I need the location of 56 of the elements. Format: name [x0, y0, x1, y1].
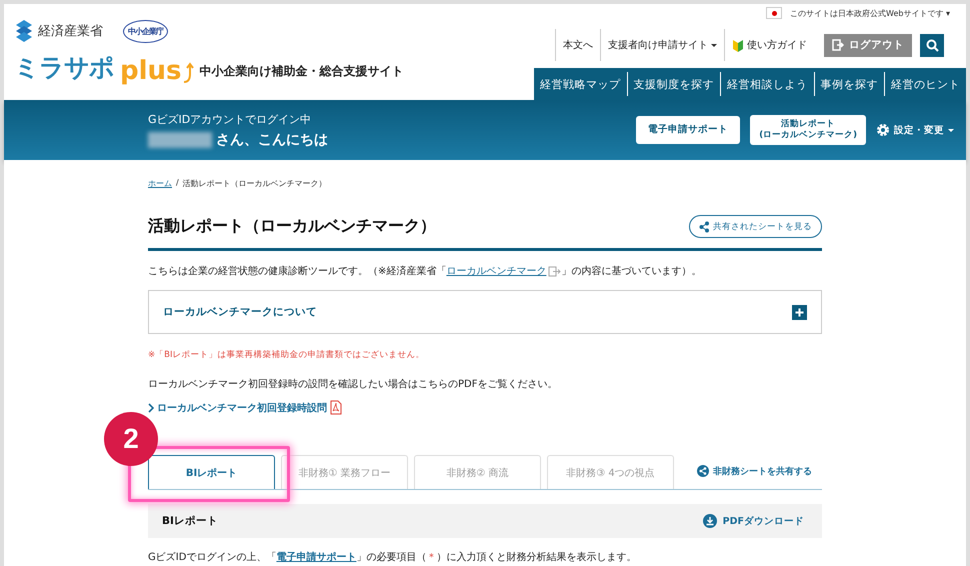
intro-text: こちらは企業の経営状態の健康診断ツールです。（※経済産業省「ローカルベンチマーク 」の内容に基づいています）。: [148, 264, 702, 278]
nav-link[interactable]: 経営戦略マップ: [534, 72, 626, 96]
breadcrumb-separator: /: [176, 178, 179, 189]
external-link-icon: [548, 264, 562, 278]
breadcrumb-link[interactable]: ホーム: [148, 178, 172, 189]
intro-link[interactable]: ローカルベンチマーク: [446, 264, 562, 278]
gov-site-notice[interactable]: このサイトは日本政府公式Webサイトです ▾: [790, 8, 950, 18]
beginner-mark-icon: [732, 38, 744, 52]
utility-link[interactable]: 本文へ: [555, 29, 600, 61]
pdf-link[interactable]: ローカルベンチマーク初回登録時設問: [148, 400, 822, 415]
nav-link[interactable]: 事例を探す: [814, 72, 884, 96]
site-logo-suffix: plus: [120, 58, 182, 84]
warning-notice: ※「BIレポート」は事業再構築補助金の申請書類ではございません。: [148, 349, 426, 361]
blurred-username: [148, 132, 212, 148]
greeting: さん、こんにちは: [216, 130, 328, 148]
caret-icon: [711, 44, 717, 46]
shared-sheets-button[interactable]: 共有されたシートを見る: [689, 215, 822, 238]
report-tab[interactable]: BIレポート: [148, 455, 275, 489]
accordion-panel[interactable]: ローカルベンチマークについて: [148, 290, 822, 334]
arrow-icon: [182, 62, 194, 84]
logout-icon: [832, 39, 844, 51]
page-title: 活動レポート（ローカルベンチマーク）: [148, 216, 436, 237]
site-tagline: 中小企業向け補助金・総合支援サイト: [200, 63, 404, 80]
nav-link[interactable]: 経営のヒント: [884, 72, 966, 96]
search-button[interactable]: [920, 34, 944, 56]
utility-link[interactable]: 使い方ガイド: [724, 29, 814, 61]
pdf-file-icon: [330, 400, 342, 415]
instruction-text: GビズIDでログインの上、「電子申請サポート」の必要項目（＊）に入力頂くと財務分析結果を表示します。: [148, 550, 638, 564]
agency-logo: 中小企業庁: [123, 20, 168, 42]
ministry-name: 経済産業省: [38, 23, 103, 40]
search-icon: [926, 38, 938, 52]
header-button[interactable]: 活動レポート (ローカルベンチマーク): [750, 114, 866, 146]
chevron-icon: [148, 402, 154, 412]
login-status: GビズIDアカウントでログイン中: [148, 112, 312, 126]
breadcrumb-current: 活動レポート（ローカルベンチマーク）: [182, 178, 327, 189]
pdf-download-link[interactable]: PDFダウンロード: [702, 514, 804, 528]
header-button[interactable]: 電子申請サポート: [636, 116, 740, 144]
utility-link[interactable]: 支援者向け申請サイト: [600, 29, 724, 61]
caret-icon: [948, 128, 954, 132]
step-number-badge: 2: [104, 412, 158, 466]
nav-link[interactable]: 経営相談しよう: [720, 72, 814, 96]
nav-link[interactable]: 支援制度を探す: [626, 72, 720, 96]
site-logo: ミラサポ: [14, 52, 114, 84]
instruction-link[interactable]: 電子申請サポート: [276, 552, 356, 563]
pdf-note: ローカルベンチマーク初回登録時の設問を確認したい場合はこちらのPDFをご覧ください。: [148, 378, 558, 391]
japan-flag-icon: [766, 7, 782, 19]
share-icon: [697, 465, 709, 477]
ministry-logo-icon: [14, 19, 34, 43]
accordion-title: ローカルベンチマークについて: [163, 305, 317, 319]
share-sheet-link[interactable]: 非財務シートを共有する: [697, 464, 812, 478]
gear-icon: [876, 123, 890, 137]
section-title: BIレポート: [162, 514, 218, 528]
share-icon: [699, 220, 709, 232]
settings-link[interactable]: 設定・変更: [876, 123, 954, 137]
logout-button[interactable]: ログアウト: [824, 34, 912, 56]
download-icon: [702, 514, 717, 528]
